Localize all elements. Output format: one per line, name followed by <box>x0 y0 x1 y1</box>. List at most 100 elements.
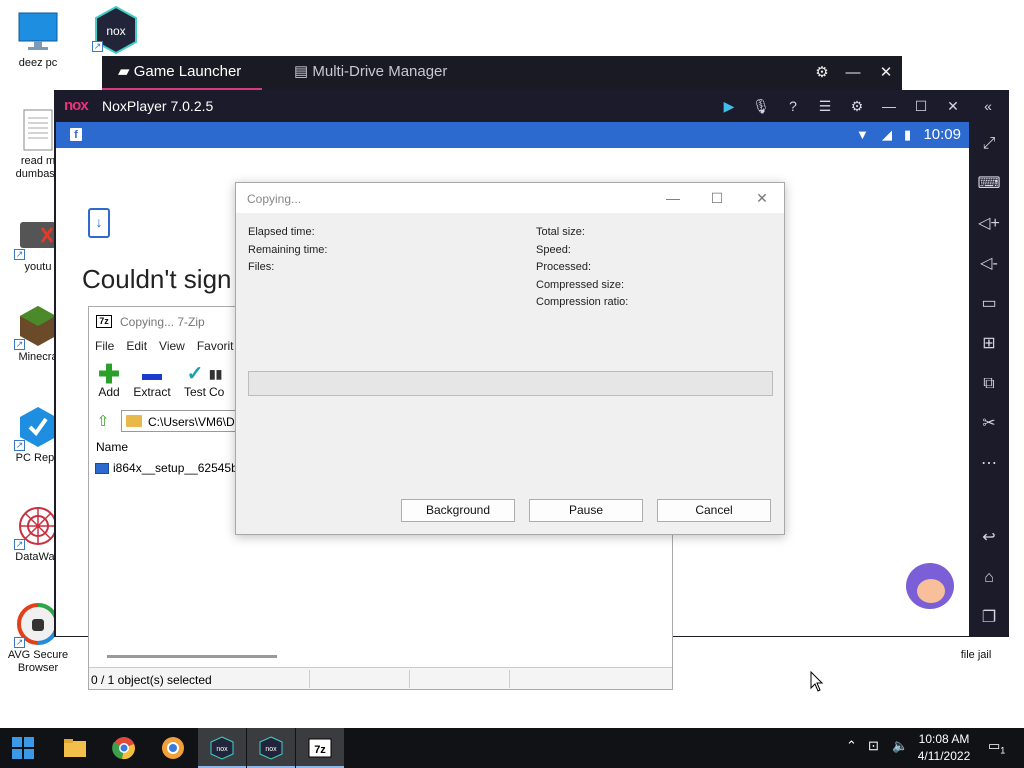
close-button[interactable]: ✕ <box>752 188 772 208</box>
tab-game-launcher[interactable]: ▰ Game Launcher <box>102 56 262 90</box>
show-hidden-icons-chevron-icon[interactable]: ⌃ <box>846 738 857 754</box>
home-icon[interactable]: ⌂ <box>977 566 1001 590</box>
menu-edit[interactable]: Edit <box>120 337 153 355</box>
menu-view[interactable]: View <box>153 337 191 355</box>
signin-error-heading: Couldn't sign <box>82 264 232 294</box>
tray-date: 4/11/2022 <box>917 749 971 763</box>
maximize-button[interactable]: ☐ <box>707 188 727 208</box>
horizontal-scrollbar[interactable] <box>107 655 277 658</box>
nox-icon: nox ↗ <box>92 5 138 55</box>
more-icon[interactable]: ⋯ <box>977 452 1001 476</box>
tray-clock[interactable]: 10:08 AM 4/11/2022 <box>916 731 972 765</box>
start-button[interactable] <box>0 728 48 768</box>
column-header-name[interactable]: Name <box>96 440 128 454</box>
minimize-button[interactable]: — <box>878 95 900 117</box>
svg-text:7z: 7z <box>314 744 326 756</box>
copy-progress-dialog: Copying... — ☐ ✕ Elapsed time: Remaining… <box>235 182 785 535</box>
minimize-button[interactable]: — <box>663 188 683 208</box>
help-icon[interactable]: ? <box>782 95 804 117</box>
extract-button[interactable]: ▬ Extract <box>129 363 175 399</box>
nox-mascot-icon[interactable] <box>906 563 954 609</box>
windows-icon <box>12 737 34 759</box>
desktop-icon-label: deez pc <box>18 57 58 69</box>
plus-icon: ✚ <box>98 359 120 389</box>
android-clock: 10:09 <box>923 126 961 143</box>
play-store-icon[interactable]: ▶ <box>718 95 740 117</box>
volume-icon[interactable]: 🔈 <box>892 738 908 754</box>
tray-time: 10:08 AM <box>918 732 970 746</box>
taskbar-nox-2[interactable]: nox <box>247 728 295 768</box>
pause-button[interactable]: Pause <box>529 499 643 522</box>
keyboard-icon[interactable]: ⌨ <box>977 172 1001 196</box>
nox-sidebar: ⤢ ⌨ ◁+ ◁- ▭ ⊞ ⧉ ✂ ⋯ ↩ ⌂ ❐ <box>969 122 1009 637</box>
file-explorer-icon <box>64 739 86 757</box>
shortcut-arrow-icon: ↗ <box>14 637 25 648</box>
shortcut-arrow-icon: ↗ <box>14 249 25 260</box>
speed-label: Speed: <box>536 244 571 256</box>
maximize-button[interactable]: ☐ <box>910 95 932 117</box>
svg-text:nox: nox <box>106 24 125 38</box>
background-button[interactable]: Background <box>401 499 515 522</box>
shortcut-arrow-icon: ↗ <box>14 539 25 550</box>
mouse-cursor-icon <box>810 670 824 696</box>
cancel-button[interactable]: Cancel <box>657 499 771 522</box>
gamepad-icon: ▰ <box>118 63 130 80</box>
settings-icon[interactable]: ⚙ <box>811 62 833 84</box>
multi-drive-icon: ▤ <box>294 63 309 80</box>
back-icon[interactable]: ↩ <box>977 526 1001 550</box>
list-item[interactable]: i864x__setup__62545b35 <box>95 461 251 475</box>
taskbar-file-explorer[interactable] <box>51 728 99 768</box>
nox-icon: nox <box>210 736 234 760</box>
apk-install-icon[interactable]: ⊞ <box>977 332 1001 356</box>
settings-icon[interactable]: ⚙ <box>846 95 868 117</box>
close-button[interactable]: ✕ <box>942 95 964 117</box>
minus-icon: ▬ <box>142 363 162 385</box>
desktop-icon-label: AVG Secure Browser <box>7 649 69 674</box>
screen-icon[interactable]: ▭ <box>977 292 1001 316</box>
minimize-button[interactable]: — <box>842 62 864 84</box>
multi-instance-icon[interactable]: ⧉ <box>977 372 1001 396</box>
desktop-icon-nox[interactable]: nox ↗ <box>78 5 154 55</box>
taskbar-chrome[interactable] <box>100 728 148 768</box>
network-icon[interactable]: ⊡ <box>868 738 879 754</box>
collapse-sidebar-icon[interactable]: « <box>977 95 999 117</box>
path-text: C:\Users\VM6\Dc <box>148 415 241 429</box>
volume-down-icon[interactable]: ◁- <box>977 252 1001 276</box>
notification-icon[interactable]: ▭1 <box>988 738 1005 756</box>
dialog-title: Copying... <box>247 192 302 206</box>
7zip-icon: 7z <box>308 738 332 758</box>
tab-label: Multi-Drive Manager <box>312 63 448 80</box>
battery-icon: ▮ <box>904 127 912 142</box>
add-button[interactable]: ✚ Add <box>86 359 132 399</box>
scissors-icon[interactable]: ✂ <box>977 412 1001 436</box>
microphone-icon[interactable]: 🎙 <box>750 95 772 117</box>
chrome-alt-icon <box>162 737 184 759</box>
download-icon: ↓ <box>88 208 110 238</box>
taskbar-7zip[interactable]: 7z <box>296 728 344 768</box>
facebook-icon: f <box>70 128 82 141</box>
desktop-icon-file-jail[interactable]: file jail <box>938 638 1014 662</box>
recent-apps-icon[interactable]: ❐ <box>977 606 1001 630</box>
compressed-size-label: Compressed size: <box>536 279 625 291</box>
up-folder-icon[interactable]: ⇧ <box>93 412 113 430</box>
nox-logo: nox <box>64 97 89 114</box>
svg-text:nox: nox <box>265 746 277 753</box>
compression-ratio-label: Compression ratio: <box>536 296 629 308</box>
taskbar-chrome-2[interactable] <box>149 728 197 768</box>
taskbar-nox[interactable]: nox <box>198 728 246 768</box>
desktop-icon-deez-pc[interactable]: deez pc <box>0 10 76 70</box>
volume-up-icon[interactable]: ◁+ <box>977 212 1001 236</box>
taskbar: nox nox 7z ⌃ ⊡ 🔈 10:08 AM 4/11/2022 ▭1 <box>0 728 1024 768</box>
signal-icon: ◢ <box>882 127 892 142</box>
menu-file[interactable]: File <box>89 337 120 355</box>
wifi-icon: ▼ <box>856 127 869 142</box>
menu-icon[interactable]: ☰ <box>814 95 836 117</box>
processed-label: Processed: <box>536 261 592 273</box>
tab-multi-drive-manager[interactable]: ▤ Multi-Drive Manager <box>278 56 498 90</box>
menu-favorites[interactable]: Favorit <box>191 337 240 355</box>
close-button[interactable]: ✕ <box>875 62 897 84</box>
tab-label: Game Launcher <box>133 63 242 80</box>
dialog-title-bar: Copying... — ☐ ✕ <box>236 183 784 213</box>
android-status-bar: f ▼ ◢ ▮ 10:09 <box>56 122 969 148</box>
fullscreen-icon[interactable]: ⤢ <box>977 132 1001 156</box>
